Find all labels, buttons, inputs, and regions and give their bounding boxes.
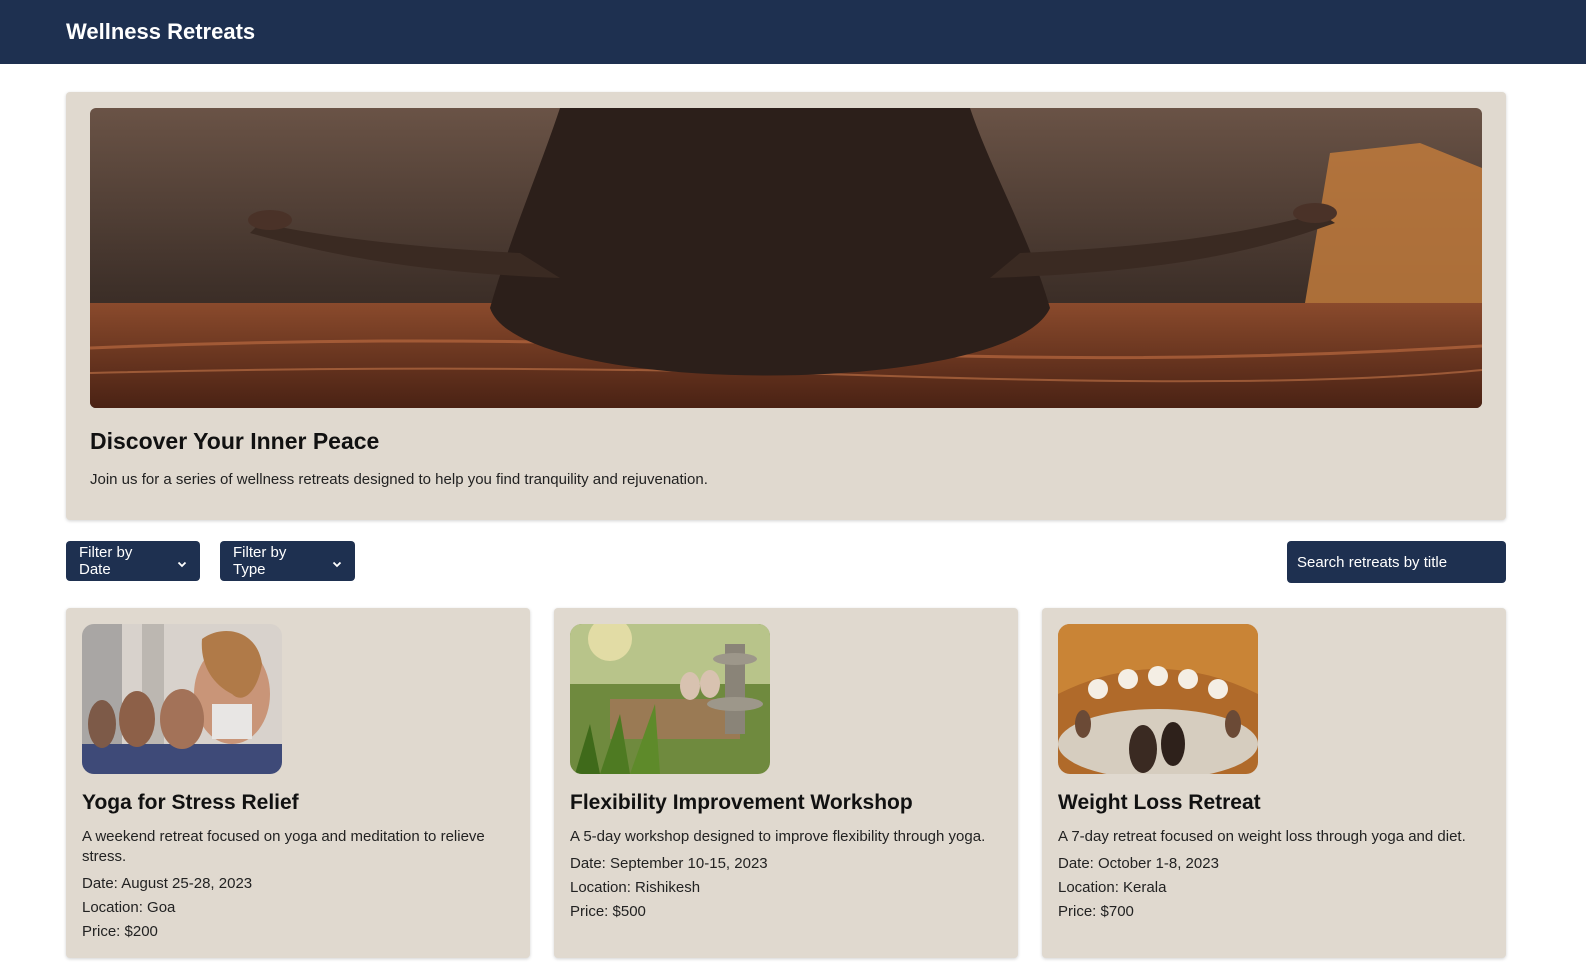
retreat-price: Price: $200 <box>82 923 158 940</box>
chevron-down-icon <box>332 556 342 568</box>
retreat-card-image <box>82 624 282 774</box>
filter-by-date-dropdown[interactable]: Filter by Date <box>66 541 200 581</box>
retreat-location: Location: Rishikesh <box>570 879 701 896</box>
retreat-date: Date: August 25-28, 2023 <box>82 875 253 892</box>
retreat-details: A 7-day retreat focused on weight loss t… <box>1058 827 1488 926</box>
retreat-description: A 7-day retreat focused on weight loss t… <box>1058 828 1466 845</box>
retreat-date: Date: September 10-15, 2023 <box>570 855 768 872</box>
retreat-description: A weekend retreat focused on yoga and me… <box>82 828 485 865</box>
retreat-card[interactable]: Yoga for Stress Relief A weekend retreat… <box>66 608 530 958</box>
chevron-down-icon <box>177 556 187 568</box>
retreat-location: Location: Goa <box>82 899 176 916</box>
retreat-card[interactable]: Weight Loss Retreat A 7-day retreat focu… <box>1042 608 1506 958</box>
filter-by-type-dropdown[interactable]: Filter by Type <box>220 541 355 581</box>
filter-by-date-label: Filter by Date <box>79 544 133 578</box>
site-title[interactable]: Wellness Retreats <box>66 19 255 45</box>
hero-section: Discover Your Inner Peace Join us for a … <box>66 92 1506 520</box>
retreat-title[interactable]: Yoga for Stress Relief <box>82 791 299 815</box>
retreat-price: Price: $500 <box>570 903 646 920</box>
retreat-details: A 5-day workshop designed to improve fle… <box>570 827 1000 926</box>
search-retreats-input[interactable] <box>1287 541 1506 583</box>
retreat-price: Price: $700 <box>1058 903 1134 920</box>
filter-by-type-label: Filter by Type <box>233 544 287 578</box>
hero-banner-image <box>90 108 1482 408</box>
retreat-card-image <box>570 624 770 774</box>
retreat-location: Location: Kerala <box>1058 879 1167 896</box>
hero-subtitle: Join us for a series of wellness retreat… <box>90 471 708 488</box>
top-navbar: Wellness Retreats <box>0 0 1586 64</box>
retreat-card-image <box>1058 624 1258 774</box>
hero-title: Discover Your Inner Peace <box>90 428 380 454</box>
retreat-card[interactable]: Flexibility Improvement Workshop A 5-day… <box>554 608 1018 958</box>
retreat-date: Date: October 1-8, 2023 <box>1058 855 1219 872</box>
retreat-details: A weekend retreat focused on yoga and me… <box>82 827 512 946</box>
retreat-title[interactable]: Weight Loss Retreat <box>1058 791 1261 815</box>
retreat-description: A 5-day workshop designed to improve fle… <box>570 828 986 845</box>
retreat-title[interactable]: Flexibility Improvement Workshop <box>570 791 913 815</box>
